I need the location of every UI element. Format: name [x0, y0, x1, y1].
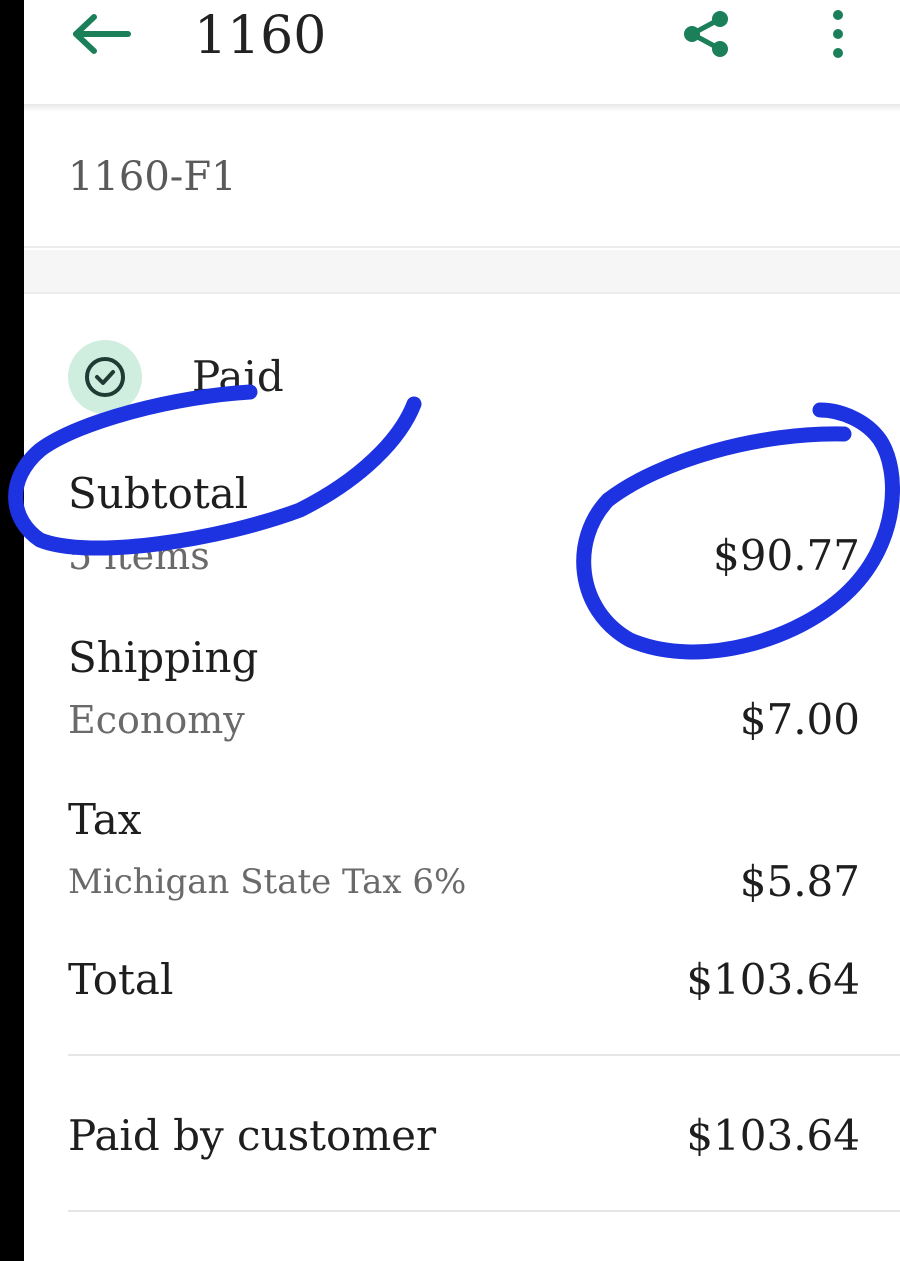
- shipping-method: Economy: [68, 698, 245, 742]
- share-button[interactable]: [680, 10, 732, 58]
- status-badge: [68, 340, 142, 414]
- tax-description: Michigan State Tax 6%: [68, 862, 467, 902]
- shipping-label: Shipping: [68, 633, 259, 682]
- section-gap: [24, 250, 900, 292]
- tax-amount: $5.87: [739, 857, 860, 906]
- paid-by-customer-label: Paid by customer: [68, 1111, 437, 1160]
- order-screen: 1160 1160-F1 Paid Subtotal 5 items $90.7…: [24, 0, 900, 1261]
- subtotal-items-count: 5 items: [68, 534, 210, 578]
- shipping-amount: $7.00: [739, 695, 860, 744]
- order-number: 1160-F1: [68, 154, 237, 200]
- app-bar-shadow: [24, 104, 900, 112]
- screen-edge: [0, 0, 24, 1261]
- more-vertical-icon: [833, 10, 843, 58]
- subtotal-label: Subtotal: [68, 469, 249, 518]
- share-icon: [684, 11, 728, 57]
- check-circle-icon: [85, 357, 125, 397]
- section-divider: [24, 246, 900, 248]
- total-amount: $103.64: [686, 955, 860, 1004]
- total-label: Total: [68, 955, 174, 1004]
- paid-by-customer-amount: $103.64: [686, 1111, 860, 1160]
- back-button[interactable]: [70, 14, 132, 54]
- status-label: Paid: [192, 352, 284, 401]
- arrow-left-icon: [73, 14, 131, 54]
- app-bar: 1160: [24, 0, 900, 104]
- section-divider: [24, 292, 900, 294]
- more-options-button[interactable]: [826, 8, 850, 60]
- tax-label: Tax: [68, 795, 142, 844]
- subtotal-amount: $90.77: [713, 531, 860, 580]
- page-title: 1160: [194, 6, 327, 66]
- divider: [68, 1210, 900, 1212]
- divider: [68, 1054, 900, 1056]
